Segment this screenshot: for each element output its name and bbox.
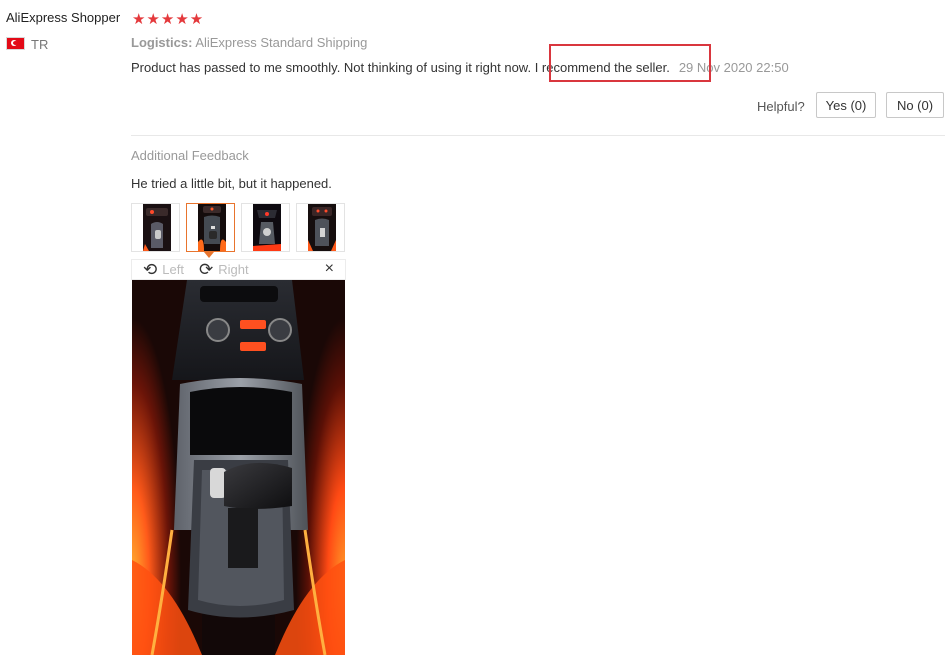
helpful-no-button[interactable]: No (0) — [886, 92, 944, 118]
thumbnail-2[interactable] — [186, 203, 235, 252]
additional-feedback-title: Additional Feedback — [131, 148, 249, 163]
reviewer-name: AliExpress Shopper — [6, 10, 121, 25]
rotate-right-button[interactable]: ⟳ Right — [199, 261, 249, 278]
thumbnail-3[interactable] — [241, 203, 290, 252]
image-viewer-toolbar: ⟲ Left ⟳ Right × — [131, 259, 346, 280]
logistics-value: AliExpress Standard Shipping — [195, 35, 368, 50]
logistics-label: Logistics: — [131, 35, 193, 50]
logistics-info: Logistics: AliExpress Standard Shipping — [131, 35, 367, 50]
rotate-right-label: Right — [218, 262, 249, 277]
star-rating: ★★★★★ — [132, 11, 205, 28]
rotate-right-icon: ⟳ — [199, 260, 214, 279]
reviewer-country: TR — [31, 37, 49, 52]
highlight-box — [549, 44, 711, 82]
thumbnail-1[interactable] — [131, 203, 180, 252]
divider — [131, 135, 945, 136]
rotate-left-button[interactable]: ⟲ Left — [143, 261, 184, 278]
thumbnail-4[interactable] — [296, 203, 345, 252]
turkey-flag-icon — [6, 37, 25, 50]
additional-feedback-text: He tried a little bit, but it happened. — [131, 176, 332, 191]
review-photo[interactable] — [132, 280, 345, 655]
helpful-label: Helpful? — [757, 99, 805, 114]
helpful-yes-button[interactable]: Yes (0) — [816, 92, 876, 118]
rotate-left-label: Left — [162, 262, 184, 277]
active-thumbnail-caret — [204, 252, 214, 258]
rotate-left-icon: ⟲ — [143, 260, 158, 279]
close-icon[interactable]: × — [325, 260, 334, 278]
